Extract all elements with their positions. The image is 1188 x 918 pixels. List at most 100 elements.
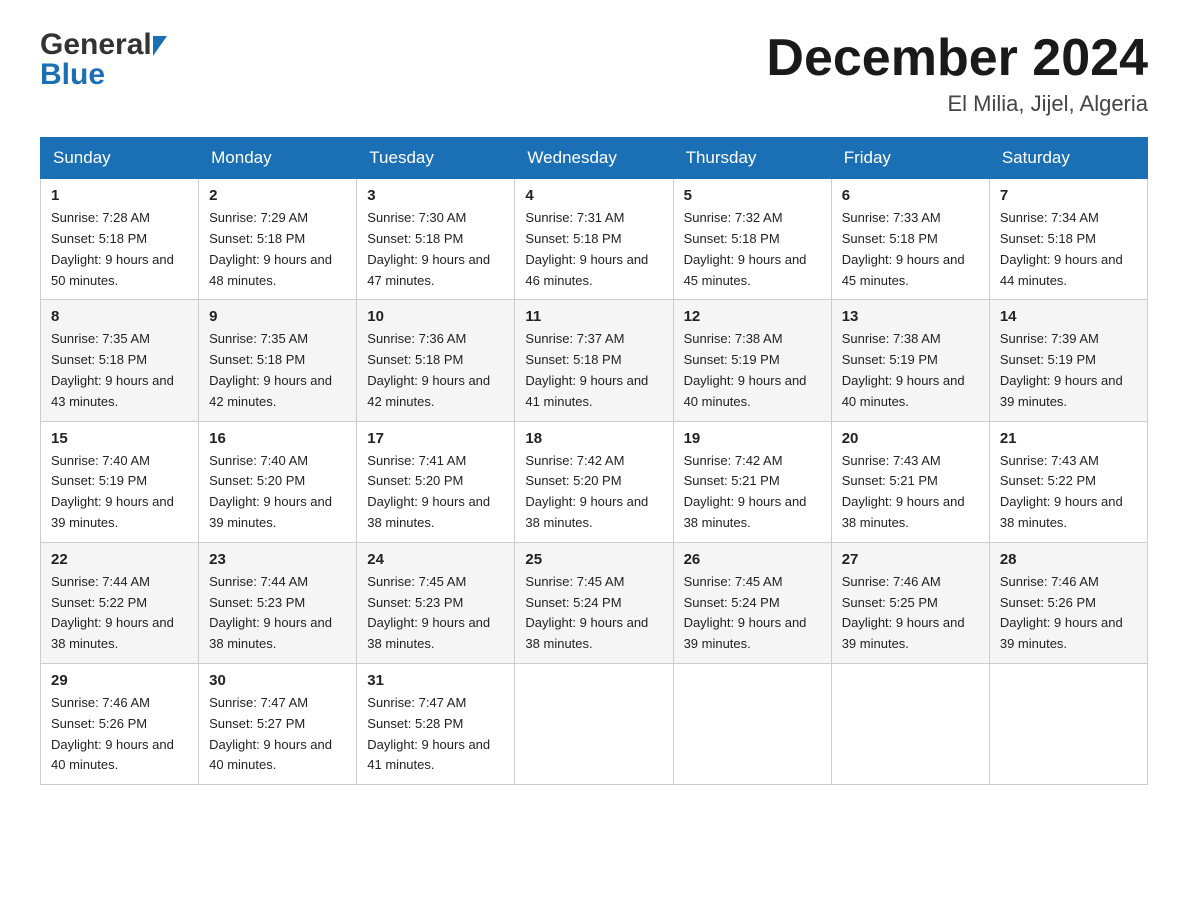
- calendar-header-row: SundayMondayTuesdayWednesdayThursdayFrid…: [41, 138, 1148, 179]
- day-number: 11: [525, 308, 662, 325]
- calendar-cell: 22 Sunrise: 7:44 AMSunset: 5:22 PMDaylig…: [41, 542, 199, 663]
- day-header-monday: Monday: [199, 138, 357, 179]
- day-info: Sunrise: 7:46 AMSunset: 5:25 PMDaylight:…: [842, 574, 965, 651]
- calendar-week-row: 1 Sunrise: 7:28 AMSunset: 5:18 PMDayligh…: [41, 179, 1148, 300]
- calendar-cell: 19 Sunrise: 7:42 AMSunset: 5:21 PMDaylig…: [673, 421, 831, 542]
- day-info: Sunrise: 7:45 AMSunset: 5:24 PMDaylight:…: [684, 574, 807, 651]
- day-info: Sunrise: 7:37 AMSunset: 5:18 PMDaylight:…: [525, 331, 648, 408]
- day-info: Sunrise: 7:45 AMSunset: 5:23 PMDaylight:…: [367, 574, 490, 651]
- day-number: 5: [684, 187, 821, 204]
- day-number: 3: [367, 187, 504, 204]
- day-info: Sunrise: 7:42 AMSunset: 5:20 PMDaylight:…: [525, 453, 648, 530]
- day-number: 26: [684, 551, 821, 568]
- day-info: Sunrise: 7:40 AMSunset: 5:19 PMDaylight:…: [51, 453, 174, 530]
- day-number: 18: [525, 430, 662, 447]
- logo-blue: Blue: [40, 60, 105, 90]
- day-number: 19: [684, 430, 821, 447]
- location: El Milia, Jijel, Algeria: [766, 91, 1148, 117]
- calendar-cell: [831, 663, 989, 784]
- day-info: Sunrise: 7:29 AMSunset: 5:18 PMDaylight:…: [209, 210, 332, 287]
- calendar-cell: 31 Sunrise: 7:47 AMSunset: 5:28 PMDaylig…: [357, 663, 515, 784]
- calendar-cell: 11 Sunrise: 7:37 AMSunset: 5:18 PMDaylig…: [515, 300, 673, 421]
- day-number: 30: [209, 672, 346, 689]
- day-number: 12: [684, 308, 821, 325]
- day-number: 25: [525, 551, 662, 568]
- logo-triangle-icon: [153, 36, 167, 56]
- day-info: Sunrise: 7:38 AMSunset: 5:19 PMDaylight:…: [842, 331, 965, 408]
- calendar-cell: 30 Sunrise: 7:47 AMSunset: 5:27 PMDaylig…: [199, 663, 357, 784]
- calendar-cell: 26 Sunrise: 7:45 AMSunset: 5:24 PMDaylig…: [673, 542, 831, 663]
- day-number: 22: [51, 551, 188, 568]
- day-number: 13: [842, 308, 979, 325]
- day-number: 10: [367, 308, 504, 325]
- day-number: 1: [51, 187, 188, 204]
- day-info: Sunrise: 7:40 AMSunset: 5:20 PMDaylight:…: [209, 453, 332, 530]
- calendar-cell: [673, 663, 831, 784]
- day-number: 2: [209, 187, 346, 204]
- day-info: Sunrise: 7:28 AMSunset: 5:18 PMDaylight:…: [51, 210, 174, 287]
- calendar-cell: 23 Sunrise: 7:44 AMSunset: 5:23 PMDaylig…: [199, 542, 357, 663]
- calendar-table: SundayMondayTuesdayWednesdayThursdayFrid…: [40, 137, 1148, 785]
- calendar-cell: 28 Sunrise: 7:46 AMSunset: 5:26 PMDaylig…: [989, 542, 1147, 663]
- day-info: Sunrise: 7:30 AMSunset: 5:18 PMDaylight:…: [367, 210, 490, 287]
- day-info: Sunrise: 7:33 AMSunset: 5:18 PMDaylight:…: [842, 210, 965, 287]
- day-info: Sunrise: 7:39 AMSunset: 5:19 PMDaylight:…: [1000, 331, 1123, 408]
- calendar-cell: 18 Sunrise: 7:42 AMSunset: 5:20 PMDaylig…: [515, 421, 673, 542]
- day-info: Sunrise: 7:35 AMSunset: 5:18 PMDaylight:…: [209, 331, 332, 408]
- calendar-cell: 21 Sunrise: 7:43 AMSunset: 5:22 PMDaylig…: [989, 421, 1147, 542]
- calendar-cell: 13 Sunrise: 7:38 AMSunset: 5:19 PMDaylig…: [831, 300, 989, 421]
- day-info: Sunrise: 7:47 AMSunset: 5:27 PMDaylight:…: [209, 695, 332, 772]
- day-info: Sunrise: 7:35 AMSunset: 5:18 PMDaylight:…: [51, 331, 174, 408]
- day-info: Sunrise: 7:38 AMSunset: 5:19 PMDaylight:…: [684, 331, 807, 408]
- day-number: 9: [209, 308, 346, 325]
- calendar-week-row: 29 Sunrise: 7:46 AMSunset: 5:26 PMDaylig…: [41, 663, 1148, 784]
- day-number: 4: [525, 187, 662, 204]
- calendar-cell: 3 Sunrise: 7:30 AMSunset: 5:18 PMDayligh…: [357, 179, 515, 300]
- calendar-cell: 6 Sunrise: 7:33 AMSunset: 5:18 PMDayligh…: [831, 179, 989, 300]
- day-number: 6: [842, 187, 979, 204]
- day-number: 15: [51, 430, 188, 447]
- calendar-cell: 4 Sunrise: 7:31 AMSunset: 5:18 PMDayligh…: [515, 179, 673, 300]
- day-number: 20: [842, 430, 979, 447]
- day-number: 21: [1000, 430, 1137, 447]
- page-header: General Blue December 2024 El Milia, Jij…: [40, 30, 1148, 117]
- calendar-cell: 5 Sunrise: 7:32 AMSunset: 5:18 PMDayligh…: [673, 179, 831, 300]
- day-info: Sunrise: 7:44 AMSunset: 5:23 PMDaylight:…: [209, 574, 332, 651]
- calendar-week-row: 8 Sunrise: 7:35 AMSunset: 5:18 PMDayligh…: [41, 300, 1148, 421]
- day-number: 31: [367, 672, 504, 689]
- logo-general: General: [40, 30, 152, 60]
- logo: General Blue: [40, 30, 168, 90]
- day-header-thursday: Thursday: [673, 138, 831, 179]
- day-info: Sunrise: 7:41 AMSunset: 5:20 PMDaylight:…: [367, 453, 490, 530]
- day-header-tuesday: Tuesday: [357, 138, 515, 179]
- day-info: Sunrise: 7:46 AMSunset: 5:26 PMDaylight:…: [1000, 574, 1123, 651]
- month-title: December 2024: [766, 30, 1148, 87]
- day-header-friday: Friday: [831, 138, 989, 179]
- day-number: 24: [367, 551, 504, 568]
- calendar-week-row: 15 Sunrise: 7:40 AMSunset: 5:19 PMDaylig…: [41, 421, 1148, 542]
- title-section: December 2024 El Milia, Jijel, Algeria: [766, 30, 1148, 117]
- calendar-cell: 17 Sunrise: 7:41 AMSunset: 5:20 PMDaylig…: [357, 421, 515, 542]
- day-info: Sunrise: 7:42 AMSunset: 5:21 PMDaylight:…: [684, 453, 807, 530]
- day-header-sunday: Sunday: [41, 138, 199, 179]
- day-info: Sunrise: 7:45 AMSunset: 5:24 PMDaylight:…: [525, 574, 648, 651]
- day-number: 16: [209, 430, 346, 447]
- day-info: Sunrise: 7:44 AMSunset: 5:22 PMDaylight:…: [51, 574, 174, 651]
- day-number: 8: [51, 308, 188, 325]
- calendar-cell: [989, 663, 1147, 784]
- day-number: 28: [1000, 551, 1137, 568]
- day-number: 17: [367, 430, 504, 447]
- day-info: Sunrise: 7:34 AMSunset: 5:18 PMDaylight:…: [1000, 210, 1123, 287]
- calendar-cell: 8 Sunrise: 7:35 AMSunset: 5:18 PMDayligh…: [41, 300, 199, 421]
- day-number: 29: [51, 672, 188, 689]
- day-header-saturday: Saturday: [989, 138, 1147, 179]
- day-info: Sunrise: 7:47 AMSunset: 5:28 PMDaylight:…: [367, 695, 490, 772]
- day-info: Sunrise: 7:43 AMSunset: 5:21 PMDaylight:…: [842, 453, 965, 530]
- calendar-cell: 27 Sunrise: 7:46 AMSunset: 5:25 PMDaylig…: [831, 542, 989, 663]
- calendar-cell: 2 Sunrise: 7:29 AMSunset: 5:18 PMDayligh…: [199, 179, 357, 300]
- calendar-cell: 25 Sunrise: 7:45 AMSunset: 5:24 PMDaylig…: [515, 542, 673, 663]
- calendar-week-row: 22 Sunrise: 7:44 AMSunset: 5:22 PMDaylig…: [41, 542, 1148, 663]
- day-info: Sunrise: 7:46 AMSunset: 5:26 PMDaylight:…: [51, 695, 174, 772]
- calendar-cell: 15 Sunrise: 7:40 AMSunset: 5:19 PMDaylig…: [41, 421, 199, 542]
- day-number: 14: [1000, 308, 1137, 325]
